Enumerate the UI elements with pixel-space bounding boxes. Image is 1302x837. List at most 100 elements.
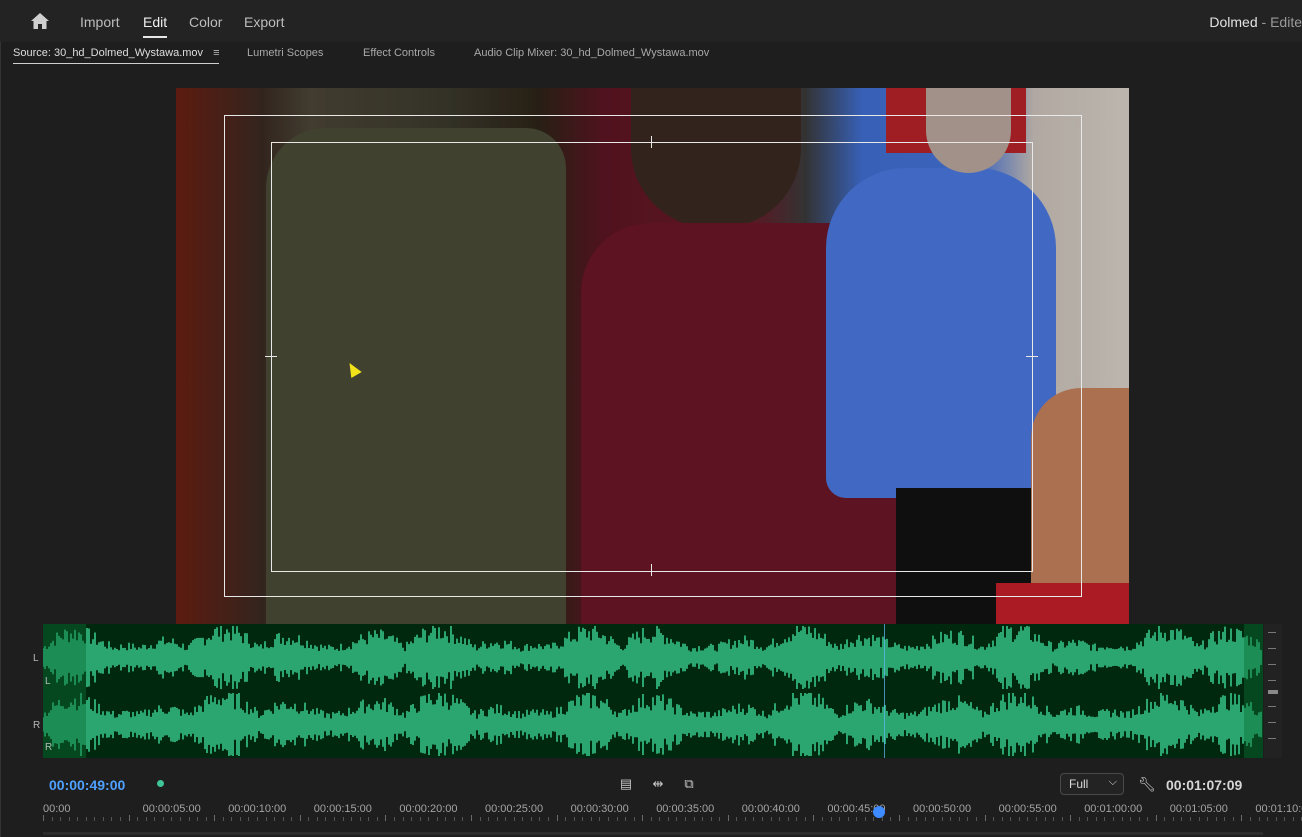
ruler-tick <box>1249 817 1251 821</box>
in-point-region <box>43 624 86 758</box>
nav-edit[interactable]: Edit <box>143 14 168 38</box>
tab-lumetri-scopes[interactable]: Lumetri Scopes <box>247 47 323 59</box>
ruler-tick <box>1190 817 1192 821</box>
ruler-tick <box>924 817 926 821</box>
ruler-tick <box>1232 817 1234 821</box>
ruler-tick <box>1104 817 1106 821</box>
scroll-handle[interactable] <box>1268 690 1278 694</box>
nav-color[interactable]: Color <box>189 14 222 30</box>
horizontal-zoom-bar[interactable] <box>43 832 1263 835</box>
chevron-down-icon: ⌵ <box>1108 776 1117 788</box>
ruler-tick <box>1241 815 1243 821</box>
audio-waveform[interactable] <box>43 624 1263 758</box>
ruler-tick <box>496 817 498 821</box>
ruler-tick <box>607 817 609 821</box>
tab-source[interactable]: Source: 30_hd_Dolmed_Wystawa.mov ≡ <box>13 47 220 64</box>
ruler-tick <box>727 815 729 821</box>
ruler-tick <box>1061 817 1063 821</box>
wrench-icon[interactable]: 🔧︎ <box>1138 776 1156 793</box>
overwrite-icon[interactable]: ⇹ <box>650 776 666 792</box>
ruler-tick <box>899 815 900 821</box>
ruler-tick <box>428 817 430 821</box>
ruler-tick <box>1138 817 1140 821</box>
safe-guide-tick-bottom <box>651 564 652 576</box>
ruler-tick <box>530 817 532 821</box>
tab-active-underline <box>13 63 220 64</box>
ruler-tick <box>582 817 584 821</box>
ruler-tick <box>43 815 44 821</box>
timecode-status-dot <box>157 780 164 787</box>
ruler-tick <box>753 817 755 821</box>
safe-guide-tick-left <box>265 356 277 357</box>
export-frame-icon[interactable]: ⧉ <box>681 776 697 792</box>
ruler-tick <box>265 817 267 821</box>
ruler-tick <box>222 817 224 821</box>
top-menu-bar: Import Edit Color Export Dolmed - Edite <box>0 0 1302 43</box>
time-ruler[interactable]: 00:00 00:00:05:00 00:00:10:00 00:00:15:00 00… <box>43 800 1302 822</box>
ruler-tick <box>1053 817 1055 821</box>
ruler-tick <box>847 817 849 821</box>
current-timecode[interactable]: 00:00:49:00 <box>49 777 125 793</box>
ruler-tick <box>650 817 652 821</box>
ruler-tick <box>881 817 883 821</box>
ruler-tick <box>102 817 104 821</box>
ruler-tick <box>770 817 772 821</box>
ruler-tick <box>1001 817 1003 821</box>
ruler-tick <box>1207 817 1209 821</box>
ruler-tick <box>334 817 336 821</box>
ruler-tick <box>736 817 738 821</box>
ruler-tick <box>864 817 866 821</box>
ruler-tick <box>462 817 464 821</box>
ruler-label: 00:00:50:00 <box>913 803 972 815</box>
ruler-tick <box>137 817 139 821</box>
channel-label-left-inner: L <box>45 676 51 687</box>
ruler-tick <box>171 817 173 821</box>
ruler-tick <box>522 817 524 821</box>
tab-effect-controls[interactable]: Effect Controls <box>363 47 435 59</box>
ruler-tick <box>693 817 695 821</box>
ruler-tick <box>351 817 353 821</box>
ruler-label: 00:00:55:00 <box>998 803 1057 815</box>
ruler-tick <box>1198 817 1200 821</box>
ruler-tick <box>376 817 378 821</box>
ruler-tick <box>762 817 764 821</box>
home-icon[interactable] <box>30 12 50 30</box>
tab-source-label: Source: 30_hd_Dolmed_Wystawa.mov <box>13 47 204 59</box>
safe-guide-tick-right <box>1026 356 1038 357</box>
ruler-tick <box>625 817 627 821</box>
nav-export[interactable]: Export <box>244 14 284 30</box>
audio-vertical-scrollbar[interactable] <box>1264 624 1282 758</box>
panel-menu-icon[interactable]: ≡ <box>213 47 219 59</box>
ruler-tick <box>916 817 918 821</box>
ruler-tick <box>479 817 481 821</box>
ruler-tick <box>453 817 455 821</box>
tab-audio-clip-mixer[interactable]: Audio Clip Mixer: 30_hd_Dolmed_Wystawa.m… <box>474 47 709 59</box>
ruler-tick <box>856 817 858 821</box>
ruler-tick <box>719 817 721 821</box>
ruler-tick <box>505 817 507 821</box>
ruler-tick <box>257 817 258 821</box>
ruler-tick <box>308 817 310 821</box>
ruler-tick <box>68 817 70 821</box>
nav-import[interactable]: Import <box>80 14 120 30</box>
waveform-path <box>43 626 1262 756</box>
zoom-level-value: Full <box>1069 777 1089 791</box>
playhead-handle[interactable] <box>873 806 885 818</box>
ruler-tick <box>941 817 943 821</box>
ruler-tick <box>248 817 250 821</box>
ruler-tick <box>1035 817 1037 821</box>
ruler-tick <box>445 817 447 821</box>
ruler-tick <box>1130 817 1132 821</box>
ruler-tick <box>1181 817 1183 821</box>
ruler-tick <box>94 817 96 821</box>
zoom-level-select[interactable]: Full ⌵ <box>1060 773 1124 795</box>
ruler-tick <box>616 817 618 821</box>
insert-icon[interactable]: ▤ <box>618 776 634 792</box>
ruler-tick <box>787 817 789 821</box>
ruler-tick <box>188 817 190 821</box>
ruler-tick <box>804 817 806 821</box>
panel-tab-row: Source: 30_hd_Dolmed_Wystawa.mov ≡ Lumetr… <box>1 42 1302 66</box>
scroll-mark <box>1268 664 1276 665</box>
ruler-label: 00:01:10:0 <box>1255 803 1302 815</box>
ruler-tick <box>890 817 892 821</box>
